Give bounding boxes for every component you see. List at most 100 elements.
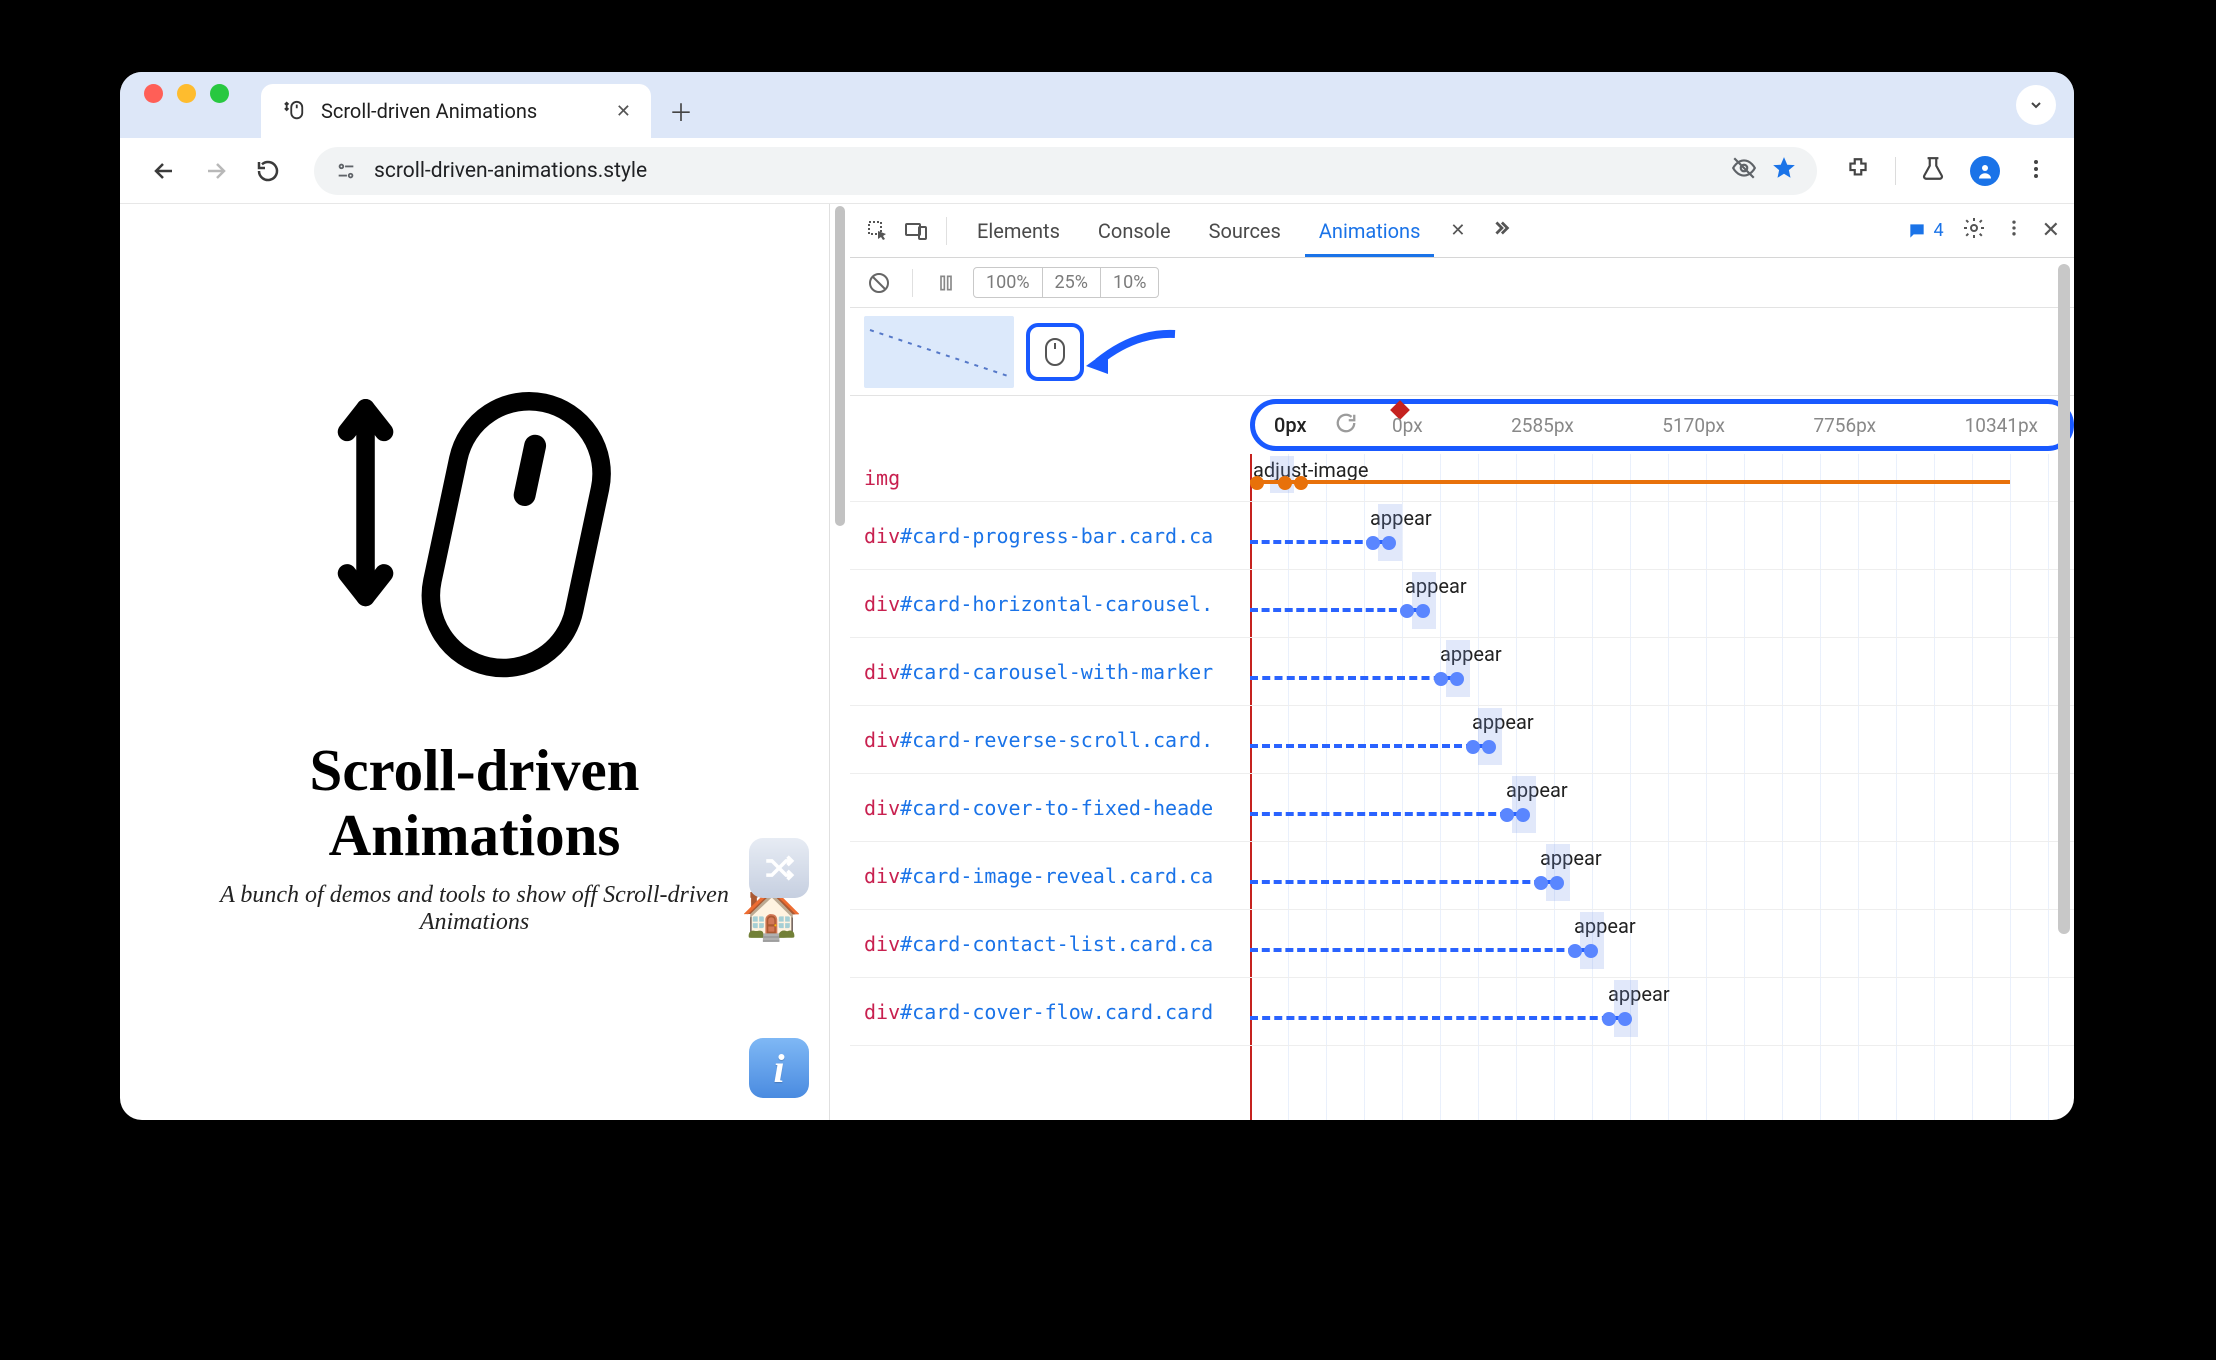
bookmark-star-icon[interactable] xyxy=(1771,155,1797,187)
animation-group-thumbnail[interactable] xyxy=(864,316,1014,388)
timeline-ruler: 0px 0px 2585px 5170px 7756px 10341px xyxy=(850,396,2074,454)
minimize-window-button[interactable] xyxy=(177,84,196,103)
content-area: Scroll-driven Animations A bunch of demo… xyxy=(120,204,2074,1120)
animation-segment[interactable] xyxy=(1250,744,1486,748)
annotation-arrow-icon xyxy=(1080,324,1180,384)
animation-element-row[interactable]: div#card-reverse-scroll.card. xyxy=(850,706,1250,774)
page-title: Scroll-driven Animations xyxy=(310,738,640,868)
animations-toolbar: 100% 25% 10% xyxy=(850,258,2074,308)
tick-4: 10341px xyxy=(1965,414,2038,437)
extensions-icon[interactable] xyxy=(1845,156,1871,186)
animation-segment[interactable] xyxy=(1250,880,1554,884)
animation-element-row[interactable]: div#card-cover-flow.card.card xyxy=(850,978,1250,1046)
playback-speed-group[interactable]: 100% 25% 10% xyxy=(973,267,1159,298)
tab-console[interactable]: Console xyxy=(1084,205,1185,257)
reload-button[interactable] xyxy=(250,153,286,189)
pause-icon[interactable] xyxy=(931,268,961,298)
devtools-panel: Elements Console Sources Animations ✕ 4 xyxy=(850,204,2074,1120)
animation-element-row[interactable]: div#card-cover-to-fixed-heade xyxy=(850,774,1250,842)
device-toolbar-icon[interactable] xyxy=(902,217,930,245)
animation-track-row[interactable]: appear xyxy=(1250,706,2074,774)
animation-element-list: imgdiv#card-progress-bar.card.cadiv#card… xyxy=(850,454,1250,1120)
animation-segment[interactable] xyxy=(1250,480,2010,484)
tab-animations[interactable]: Animations xyxy=(1305,205,1435,257)
animation-element-row[interactable]: div#card-horizontal-carousel. xyxy=(850,570,1250,638)
animation-element-row[interactable]: img xyxy=(850,454,1250,502)
browser-tab[interactable]: Scroll-driven Animations ✕ xyxy=(261,84,651,138)
shuffle-button[interactable] xyxy=(749,838,809,898)
page-side-buttons: i xyxy=(749,1038,809,1098)
animation-track-row[interactable]: appear xyxy=(1250,910,2074,978)
animation-element-row[interactable]: div#card-image-reveal.card.ca xyxy=(850,842,1250,910)
page-title-line1: Scroll-driven xyxy=(310,737,640,803)
devtools-close-icon[interactable]: ✕ xyxy=(2042,218,2060,243)
tab-strip: Scroll-driven Animations ✕ ＋ xyxy=(120,72,2074,138)
speed-10[interactable]: 10% xyxy=(1101,268,1158,297)
replay-icon[interactable] xyxy=(1335,412,1357,439)
visibility-off-icon[interactable] xyxy=(1731,155,1757,187)
animation-segment[interactable] xyxy=(1250,608,1420,612)
speed-100[interactable]: 100% xyxy=(974,268,1043,297)
devtools-menu-icon[interactable] xyxy=(2004,218,2024,243)
pane-scrollbar[interactable] xyxy=(830,204,850,1120)
close-window-button[interactable] xyxy=(144,84,163,103)
speed-25[interactable]: 25% xyxy=(1043,268,1101,297)
devtools-settings-icon[interactable] xyxy=(1962,216,1986,245)
animation-track-row[interactable]: appear xyxy=(1250,502,2074,570)
animation-segment[interactable] xyxy=(1250,676,1454,680)
scroll-driven-badge[interactable] xyxy=(1026,323,1084,381)
info-button[interactable]: i xyxy=(749,1038,809,1098)
tab-sources[interactable]: Sources xyxy=(1195,205,1295,257)
animation-segment[interactable] xyxy=(1250,1016,1622,1020)
page-content: Scroll-driven Animations A bunch of demo… xyxy=(120,204,830,1120)
forward-button[interactable] xyxy=(198,153,234,189)
toolbar-right-icons xyxy=(1845,156,2048,186)
tab-close-icon[interactable]: ✕ xyxy=(1436,206,1479,255)
page-subtitle: A bunch of demos and tools to show off S… xyxy=(215,882,735,936)
browser-menu-icon[interactable] xyxy=(2024,157,2048,185)
animation-element-row[interactable]: div#card-contact-list.card.ca xyxy=(850,910,1250,978)
site-settings-icon[interactable] xyxy=(334,159,358,183)
url-text: scroll-driven-animations.style xyxy=(374,159,647,183)
animations-body: imgdiv#card-progress-bar.card.cadiv#card… xyxy=(850,454,2074,1120)
browser-window: Scroll-driven Animations ✕ ＋ xyxy=(120,72,2074,1120)
timeline-ruler-pill[interactable]: 0px 0px 2585px 5170px 7756px 10341px xyxy=(1250,399,2074,451)
animation-track-row[interactable]: appear xyxy=(1250,638,2074,706)
animation-element-row[interactable]: div#card-progress-bar.card.ca xyxy=(850,502,1250,570)
inspect-element-icon[interactable] xyxy=(864,217,892,245)
more-tabs-icon[interactable] xyxy=(1490,217,1512,244)
divider xyxy=(1895,157,1896,185)
browser-toolbar: scroll-driven-animations.style xyxy=(120,138,2074,204)
labs-icon[interactable] xyxy=(1920,156,1946,186)
animation-track-row[interactable]: appear xyxy=(1250,842,2074,910)
maximize-window-button[interactable] xyxy=(210,84,229,103)
current-position: 0px xyxy=(1274,413,1307,437)
tick-2: 5170px xyxy=(1662,414,1725,437)
animation-filmstrip xyxy=(850,308,2074,396)
animation-track-row[interactable]: adjust-image xyxy=(1250,454,2074,502)
back-button[interactable] xyxy=(146,153,182,189)
clear-animations-icon[interactable] xyxy=(864,268,894,298)
issues-button[interactable]: 4 xyxy=(1907,220,1943,241)
tab-elements[interactable]: Elements xyxy=(963,205,1074,257)
ruler-ticks: 0px 2585px 5170px 7756px 10341px xyxy=(1392,405,2038,445)
animation-segment[interactable] xyxy=(1250,540,1386,544)
profile-avatar[interactable] xyxy=(1970,156,2000,186)
animation-track-row[interactable]: appear xyxy=(1250,774,2074,842)
animation-segment[interactable] xyxy=(1250,948,1588,952)
animation-track-area[interactable]: adjust-imageappearappearappearappearappe… xyxy=(1250,454,2074,1120)
tick-3: 7756px xyxy=(1813,414,1876,437)
close-tab-icon[interactable]: ✕ xyxy=(616,101,631,122)
issues-count: 4 xyxy=(1933,220,1943,241)
devtools-scrollbar[interactable] xyxy=(2058,264,2070,934)
tabs-dropdown-button[interactable] xyxy=(2016,85,2056,125)
animation-track-row[interactable]: appear xyxy=(1250,978,2074,1046)
tick-1: 2585px xyxy=(1511,414,1574,437)
animation-track-row[interactable]: appear xyxy=(1250,570,2074,638)
new-tab-button[interactable]: ＋ xyxy=(661,90,701,130)
page-title-line2: Animations xyxy=(329,802,621,868)
animation-element-row[interactable]: div#card-carousel-with-marker xyxy=(850,638,1250,706)
tab-title: Scroll-driven Animations xyxy=(321,99,537,123)
animation-segment[interactable] xyxy=(1250,812,1520,816)
address-bar[interactable]: scroll-driven-animations.style xyxy=(314,147,1817,195)
